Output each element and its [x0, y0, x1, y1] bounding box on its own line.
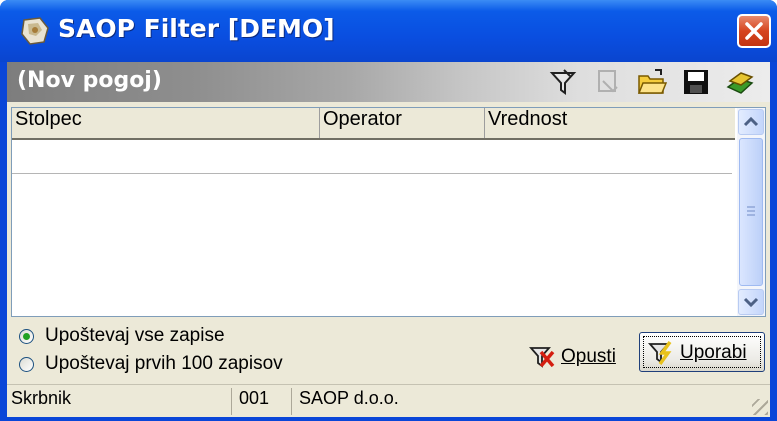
status-company: SAOP d.o.o. [299, 388, 399, 408]
app-icon [21, 17, 49, 45]
condition-label: (Nov pogoj) [17, 68, 162, 93]
open-folder-icon[interactable] [637, 67, 667, 97]
column-header-stolpec[interactable]: Stolpec [12, 108, 320, 138]
filter-edit-icon[interactable] [593, 67, 623, 97]
filter-apply-icon [648, 340, 672, 366]
radio-all-records-label: Upoštevaj vse zapise [45, 325, 225, 346]
apply-button-label: Uporabi [680, 342, 747, 363]
radio-button-checked[interactable] [19, 329, 34, 344]
vertical-scrollbar[interactable] [737, 108, 765, 316]
condition-grid[interactable]: Stolpec Operator Vrednost [11, 107, 766, 317]
scroll-thumb[interactable] [739, 138, 763, 286]
chevron-up-icon [743, 116, 759, 127]
scroll-up-button[interactable] [738, 109, 764, 135]
resize-grip-icon[interactable] [752, 399, 768, 415]
close-icon [745, 22, 763, 40]
radio-first-100-label: Upoštevaj prvih 100 zapisov [45, 353, 283, 374]
status-bar: Skrbnik 001 SAOP d.o.o. [7, 384, 770, 417]
cancel-button[interactable]: Opusti [527, 340, 627, 374]
status-code: 001 [235, 388, 292, 415]
window-title: SAOP Filter [DEMO] [58, 14, 335, 43]
cancel-button-label: Opusti [561, 346, 616, 367]
close-button[interactable] [737, 14, 771, 48]
save-disk-icon[interactable] [681, 67, 711, 97]
title-bar[interactable]: SAOP Filter [DEMO] [0, 0, 777, 62]
books-icon[interactable] [725, 67, 755, 97]
condition-bar: (Nov pogoj) [7, 62, 770, 102]
column-header-vrednost[interactable]: Vrednost [485, 108, 735, 138]
filter-remove-icon [529, 347, 555, 368]
grid-header: Stolpec Operator Vrednost [12, 108, 735, 140]
column-header-operator[interactable]: Operator [320, 108, 485, 138]
chevron-down-icon [743, 297, 759, 308]
radio-button-unchecked[interactable] [19, 357, 34, 372]
filter-add-icon[interactable] [548, 67, 578, 97]
apply-button[interactable]: Uporabi [639, 332, 765, 372]
filter-dialog: SAOP Filter [DEMO] (Nov pogoj) Stolpec O… [0, 0, 777, 421]
scroll-down-button[interactable] [738, 289, 764, 315]
grip-lines-icon [747, 206, 755, 216]
dialog-body: (Nov pogoj) Stolpec Operator Vrednost Up… [7, 62, 770, 417]
grid-row-separator [12, 173, 732, 174]
status-user: Skrbnik [7, 388, 232, 415]
